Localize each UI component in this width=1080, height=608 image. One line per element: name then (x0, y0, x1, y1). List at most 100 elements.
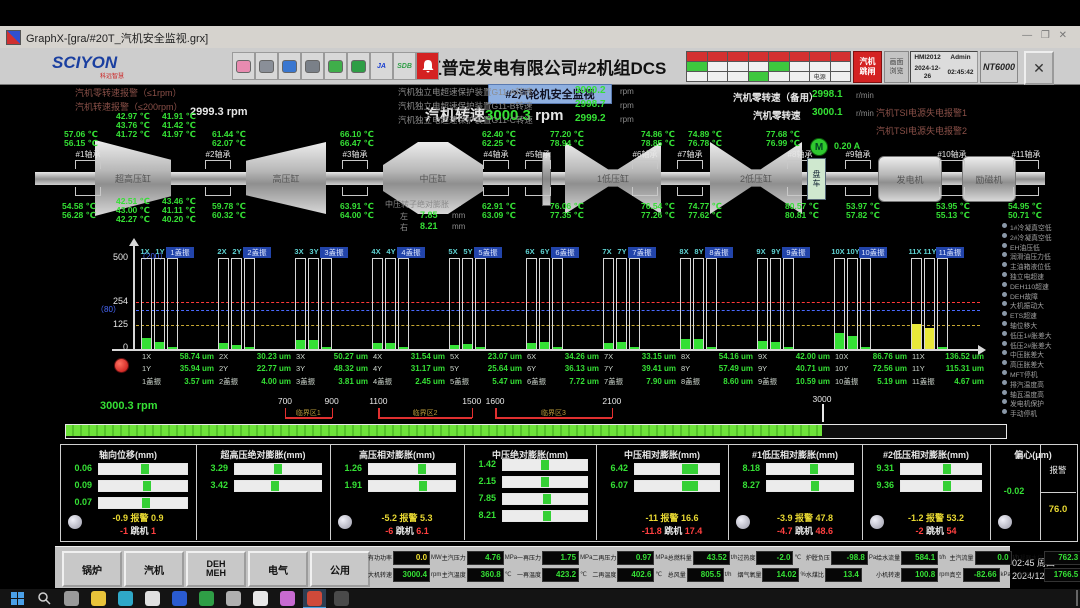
nav-button-公用[interactable]: 公用 (310, 551, 370, 587)
file-explorer-icon[interactable] (91, 591, 106, 606)
sdb-icon[interactable]: SDB (393, 52, 416, 80)
bearing4-temp-bottom-1: 63.09 ℃ (482, 210, 516, 221)
chrome-icon[interactable] (145, 591, 160, 606)
legend-value: 7.90 um (646, 377, 676, 386)
zero-backup-label: 汽机零转速（备用） (733, 90, 819, 104)
speed-tick-2100 (612, 408, 614, 418)
chart-bar-outline (757, 258, 768, 351)
gauge-marker (543, 494, 551, 504)
turbine-trip-button[interactable]: 汽机 跳闸 (853, 51, 882, 83)
legend-cell: 6X34.26 um (527, 352, 599, 361)
param-unit: t/h (1013, 555, 1020, 561)
legend-label: 2盖振 (219, 376, 238, 387)
clock-icon[interactable] (278, 52, 301, 80)
g11-label-2: 汽机独立电超速保护装置G11-C转速 (398, 114, 533, 126)
g11-value-0: 3000.2 (575, 85, 606, 96)
speed-tick-3000 (822, 404, 824, 422)
nav-button-电气[interactable]: 电气 (248, 551, 308, 587)
alarm-item-9: 大机振动大 (1010, 300, 1044, 310)
graphx-app-icon[interactable] (307, 591, 322, 606)
g11-label-1: 汽机独立电超速保护装置G11-B转速 (398, 100, 532, 112)
alarm-item-17: 排汽温度高 (1010, 379, 1044, 389)
panel5-value-1: 8.27 (732, 480, 760, 490)
bearing-bracket-bottom (525, 187, 551, 196)
critical-zone-label: 临界区3 (535, 408, 571, 418)
bearing-label-3: #3轴承 (333, 149, 377, 160)
cylinder-5: 发电机 (878, 156, 942, 202)
param-大机转速: 大机转速3000.4rpm (368, 566, 442, 583)
legend-label: 8盖振 (681, 376, 700, 387)
users-icon[interactable] (232, 52, 255, 80)
param-主汽流量: 主汽流量0.0t/h (950, 549, 1020, 566)
legend-cell: 1盖振3.57 um (142, 376, 214, 387)
chart-bar-fill-2X (219, 343, 228, 349)
param-unit: rpm (431, 572, 441, 578)
alarm-dot (1002, 292, 1007, 297)
show-desktop-button[interactable] (1076, 590, 1078, 606)
speed-left-value: 2999.3 rpm (190, 106, 247, 118)
legend-label: 4盖振 (373, 376, 392, 387)
session-time: 02:45:42 (944, 69, 977, 77)
keyboard-icon[interactable] (255, 52, 278, 80)
legend-value: 42.00 um (796, 352, 830, 361)
nav-button-锅炉[interactable]: 锅炉 (62, 551, 122, 587)
chart-bar-outline (783, 258, 794, 351)
chart-header-x-2: 2X (214, 247, 230, 256)
alarm-grid-cell (830, 71, 852, 82)
panel0-value-2: 0.07 (64, 497, 92, 507)
bearing6-temp-bottom-1: 77.26 ℃ (641, 210, 675, 221)
param-label: 主汽流量 (950, 553, 974, 562)
ja-icon[interactable]: JA (370, 52, 393, 80)
alarm-item-19: 发电机保护 (1010, 398, 1044, 408)
system-badge: NT6000 (980, 51, 1018, 83)
chart-header-cover-11: 11盖振 (936, 247, 964, 258)
alarm-item-8: DEH故障 (1010, 291, 1038, 301)
gear-icon[interactable] (301, 52, 324, 80)
nav-button-DEH[interactable]: DEHMEH (186, 551, 246, 587)
legend-cell: 5X23.07 um (450, 352, 522, 361)
legend-label: 10Y (835, 364, 848, 373)
panel4-trip-row: -11.8 跳机 17.4 (620, 524, 724, 537)
panel3-value-2: 7.85 (468, 493, 496, 503)
paint-icon[interactable] (280, 591, 295, 606)
notepad-icon[interactable] (253, 591, 268, 606)
monitor-icon[interactable] (324, 52, 347, 80)
word-icon[interactable] (172, 591, 187, 606)
bearing-bracket-top (939, 160, 965, 169)
edge-icon[interactable] (118, 591, 133, 606)
alarm-grid-cell (789, 71, 811, 82)
chart-bar-fill-3Y (309, 340, 318, 349)
chart-header-x-10: 10X (830, 247, 846, 256)
g11-unit-0: rpm (620, 87, 634, 96)
task-view-icon[interactable] (64, 591, 79, 606)
start-icon[interactable] (10, 591, 25, 606)
terminal-icon[interactable] (334, 591, 349, 606)
panel5-status-indicator (736, 515, 750, 529)
ip-exp-value-0: 7.85 (420, 210, 438, 220)
alarm-bell-icon[interactable] (416, 52, 439, 80)
panel0-gauge-2 (98, 497, 188, 509)
panel3-gauge-3 (502, 510, 588, 522)
panel0-value-1: 0.09 (64, 480, 92, 490)
plant-title: 盘江普定发电有限公司#2机组DCS (404, 52, 670, 80)
gauge-marker (142, 498, 150, 508)
legend-label: 8Y (681, 364, 690, 373)
gauge-marker (143, 481, 151, 491)
window-controls[interactable]: — ❐ ✕ (1022, 30, 1070, 41)
settings-icon[interactable] (226, 591, 241, 606)
os-taskbar (0, 588, 1080, 608)
panel0-trip-row: -1 跳机 1 (84, 524, 192, 537)
param-二再压力: 二再压力0.97MPa (592, 549, 667, 566)
close-button[interactable]: ✕ (1024, 51, 1054, 85)
nav-button-汽机[interactable]: 汽机 (124, 551, 184, 587)
search-icon[interactable] (37, 591, 52, 606)
chart-bar-fill-9盖振 (784, 347, 793, 349)
panel1-gauge-1 (234, 480, 322, 492)
alarm-dot (1002, 272, 1007, 277)
legend-cell: 3盖振3.81 um (296, 376, 368, 387)
session-user: Admin (944, 54, 977, 62)
book-icon[interactable] (347, 52, 370, 80)
excel-icon[interactable] (199, 591, 214, 606)
screen-nav-button[interactable]: 画面 浏览 (884, 51, 909, 83)
uhp-temp-top: 41.72 ℃ (116, 129, 150, 140)
